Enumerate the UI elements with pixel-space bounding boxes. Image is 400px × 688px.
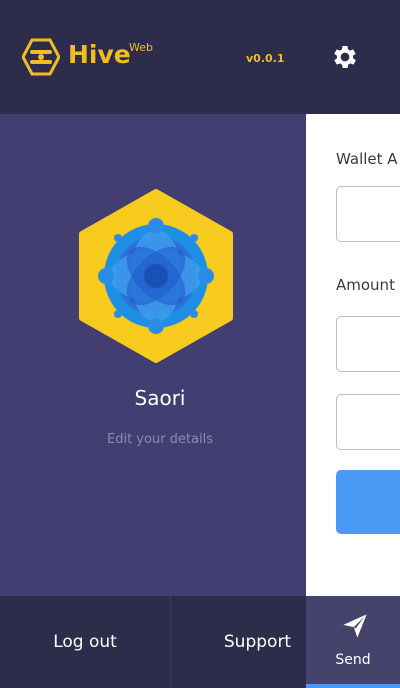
submit-button[interactable] (336, 470, 400, 534)
amount-input[interactable] (336, 316, 400, 372)
version-label: v0.0.1 (246, 52, 285, 65)
brand-name: Hive (68, 40, 131, 69)
wallet-address-label: Wallet A (336, 150, 398, 168)
gear-icon[interactable] (330, 42, 360, 72)
side-menu: Hive Web v0.0.1 Saori Edit your details … (0, 0, 306, 688)
wallet-address-input[interactable] (336, 186, 400, 242)
paper-plane-icon (343, 614, 367, 638)
amount-label: Amount (336, 276, 395, 294)
secondary-input[interactable] (336, 394, 400, 450)
edit-details-link[interactable]: Edit your details (0, 432, 320, 447)
user-name: Saori (134, 386, 186, 410)
user-avatar[interactable] (76, 188, 236, 364)
support-button[interactable]: Support (171, 596, 344, 688)
brand-suffix: Web (129, 41, 153, 54)
logout-button[interactable]: Log out (0, 596, 170, 688)
hive-logo-icon (22, 38, 60, 76)
